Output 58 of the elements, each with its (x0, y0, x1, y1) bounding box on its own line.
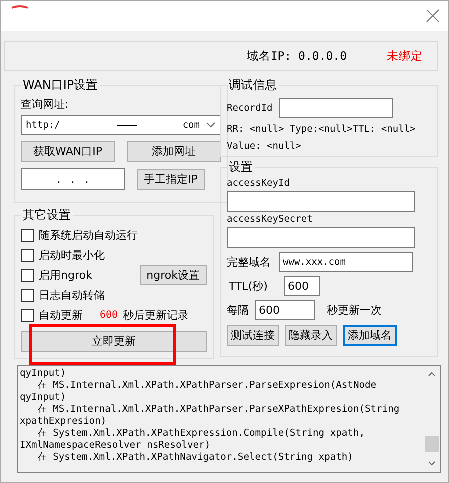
log-line: qyInput) (20, 392, 68, 404)
ngrok-settings-button[interactable]: ngrok设置 (140, 265, 207, 285)
interval-value: 600 (100, 310, 118, 320)
domain-field[interactable]: www.xxx.com (279, 252, 413, 272)
ip-input-field[interactable]: . . . (21, 168, 125, 190)
rr-info-text: RR: <null> Type:<null>TTL: <null> (227, 124, 417, 135)
update-now-button[interactable]: 立即更新 (21, 331, 207, 352)
access-key-secret-field[interactable] (227, 227, 415, 248)
log-line: xpathExpresion) (20, 416, 108, 428)
value-info-text: Value: <null> (227, 141, 302, 152)
checkbox-label: 启动时最小化 (39, 248, 105, 262)
logo-icon (11, 5, 29, 11)
interval-field[interactable]: 600 (255, 300, 315, 320)
url-dropdown[interactable]: http:/ com (21, 115, 221, 135)
log-line: 在 MS.Internal.Xml.XPath.XPathParser.ParseExpresion(AstNode (36, 380, 378, 392)
record-id-label: RecordId (227, 102, 273, 114)
chevron-up-icon (428, 372, 436, 377)
settings-button[interactable]: 添加域名 (343, 325, 397, 346)
ttl-label: TTL(秒) (229, 278, 268, 294)
chevron-down-icon (206, 122, 216, 128)
wan-button[interactable]: 获取WAN口IP (21, 141, 115, 162)
checkbox-label: 启用ngrok (39, 268, 92, 282)
chevron-down-icon (428, 461, 436, 466)
group-title: 调试信息 (228, 77, 278, 94)
manual-ip-button[interactable]: 手工指定IP (137, 168, 205, 190)
wan-button[interactable]: 添加网址 (127, 141, 221, 162)
domain-ip-text: 域名IP: 0.0.0.0 (246, 48, 347, 64)
scrollbar-thumb[interactable] (425, 436, 439, 452)
interval-label: 每隔 (227, 302, 249, 318)
ttl-field[interactable]: 600 (284, 276, 320, 296)
record-id-field[interactable] (278, 98, 393, 118)
access-key-id-label: accessKeyId (227, 178, 291, 189)
access-key-secret-label: accessKeySecret (227, 214, 314, 225)
group-title: WAN口IP设置 (22, 77, 100, 94)
log-line: 在 MS.Internal.Xml.XPath.XPathParser.ParseXPathExpresion(String (36, 404, 401, 416)
interval-suffix: 秒更新一次 (327, 302, 382, 318)
query-url-label: 查询网址: (21, 97, 70, 112)
close-icon[interactable] (426, 9, 440, 23)
settings-button[interactable]: 测试连接 (227, 325, 279, 346)
checkbox-label: 随系统启动自动运行 (39, 228, 138, 242)
checkbox[interactable] (21, 308, 34, 322)
checkbox[interactable] (21, 288, 34, 302)
checkbox[interactable] (21, 248, 34, 262)
interval-suffix: 秒后更新记录 (123, 308, 190, 322)
binding-status: 未绑定 (387, 48, 423, 64)
group-title: 其它设置 (22, 207, 72, 224)
log-line: qyInput) (20, 368, 68, 380)
checkbox-label: 日志自动转储 (39, 288, 105, 302)
group-title: 设置 (228, 159, 254, 176)
checkbox-label: 自动更新 (39, 308, 83, 322)
checkbox[interactable] (21, 228, 34, 242)
settings-button[interactable]: 隐藏录入 (285, 325, 337, 346)
log-line: 在 System.Xml.XPath.XPathNavigator.Select(String xpath) (36, 452, 354, 464)
log-line: IXmlNamespaceResolver nsResolver) (20, 440, 212, 452)
access-key-id-field[interactable] (227, 191, 415, 212)
log-line: 在 System.Xml.XPath.XPathExpression.Compile(String xpath, (36, 428, 366, 440)
domain-label: 完整域名 (227, 254, 271, 270)
checkbox[interactable] (21, 268, 34, 282)
